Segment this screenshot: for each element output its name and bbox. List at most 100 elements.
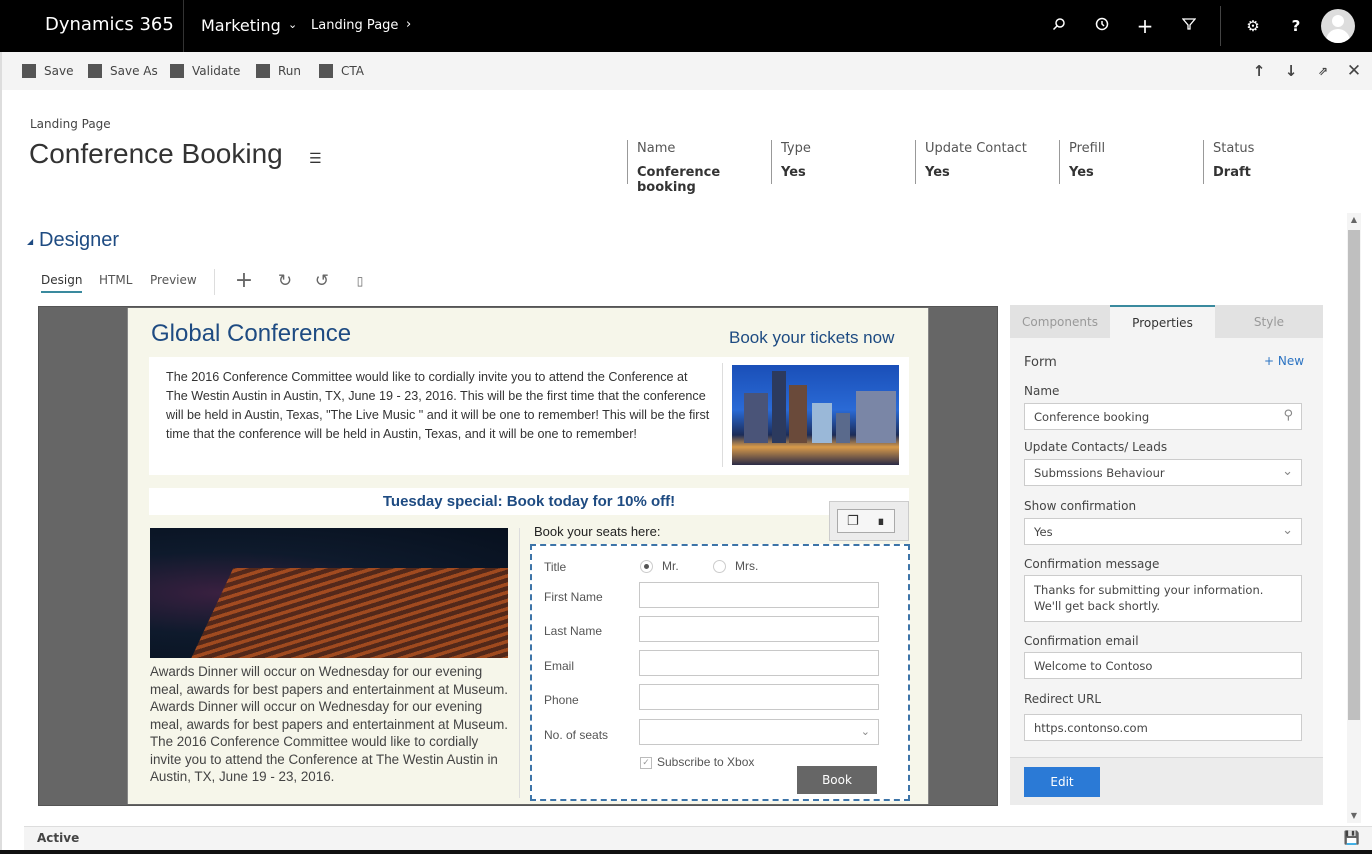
special-offer-banner[interactable]: Tuesday special: Book today for 10% off! — [149, 488, 909, 515]
save-as-button[interactable]: Save As — [88, 63, 158, 79]
app-brand[interactable]: Dynamics 365 — [45, 14, 174, 35]
tab-design[interactable]: Design — [41, 273, 83, 293]
last-name-label: Last Name — [544, 624, 603, 638]
radio-mrs[interactable] — [713, 560, 726, 573]
booking-form-block[interactable]: Title Mr. Mrs. First Name Last Name Emai… — [530, 544, 910, 801]
help-icon[interactable]: ? — [1287, 17, 1305, 35]
validate-label: Validate — [192, 64, 241, 78]
validate-icon — [170, 64, 184, 78]
module-selector[interactable]: Marketing — [201, 16, 281, 35]
designer-section-title[interactable]: Designer — [39, 229, 119, 252]
add-icon[interactable]: + — [1136, 16, 1154, 36]
radio-mr-label: Mr. — [662, 559, 679, 573]
cta-icon — [319, 64, 333, 78]
building-shape — [772, 371, 786, 443]
first-name-label: First Name — [544, 590, 603, 604]
show-confirmation-select[interactable]: Yes ⌄ — [1024, 518, 1302, 545]
search-icon[interactable]: ⚲ — [1283, 408, 1293, 423]
redo-icon[interactable]: ↻ — [275, 271, 295, 291]
validate-button[interactable]: Validate — [170, 63, 240, 79]
recent-icon[interactable] — [1093, 17, 1111, 35]
show-confirmation-value: Yes — [1034, 525, 1053, 539]
next-record-icon[interactable]: ↓ — [1282, 62, 1300, 80]
avatar-body — [1326, 29, 1350, 43]
radio-mr[interactable] — [640, 560, 653, 573]
building-shape — [744, 393, 768, 443]
new-form-link[interactable]: + New — [1264, 354, 1304, 368]
vertical-scrollbar[interactable]: ▲ ▼ — [1347, 213, 1361, 823]
cta-button[interactable]: CTA — [319, 63, 364, 79]
audience-seats-shape — [186, 568, 508, 658]
tab-preview[interactable]: Preview — [150, 273, 197, 287]
undo-icon[interactable]: ↺ — [312, 271, 332, 291]
duplicate-icon[interactable]: ❐ — [847, 514, 859, 529]
chevron-down-icon: ⌄ — [860, 725, 870, 738]
form-name-lookup[interactable]: Conference booking ⚲ — [1024, 403, 1302, 430]
header-field-label: Prefill — [1069, 141, 1106, 156]
block-toolbar: ❐ ∎ — [829, 501, 909, 541]
cta-label: CTA — [341, 64, 364, 78]
intro-block[interactable]: The 2016 Conference Committee would like… — [149, 357, 909, 475]
confirmation-message-textarea[interactable]: Thanks for submitting your information. … — [1024, 575, 1302, 622]
tab-html[interactable]: HTML — [99, 273, 132, 287]
collapse-triangle-icon[interactable]: ◢ — [27, 237, 33, 246]
confirmation-message-label: Confirmation message — [1024, 557, 1160, 571]
command-bar: Save Save As Validate Run CTA ↑ ↓ ⇗ ✕ — [0, 52, 1372, 90]
delete-icon[interactable]: ∎ — [877, 514, 885, 529]
seats-label: No. of seats — [544, 728, 609, 742]
landing-page-title[interactable]: Global Conference — [151, 320, 351, 348]
chevron-right-icon[interactable]: › — [406, 17, 411, 32]
add-icon[interactable]: + — [234, 270, 254, 292]
settings-icon[interactable]: ⚙ — [1244, 17, 1262, 35]
chevron-down-icon[interactable]: ⌄ — [288, 18, 297, 31]
scroll-up-arrow-icon[interactable]: ▲ — [1347, 213, 1361, 227]
last-name-input[interactable] — [639, 616, 879, 642]
form-name-value: Conference booking — [1034, 410, 1150, 424]
breadcrumb-landing-page[interactable]: Landing Page — [311, 18, 398, 33]
search-icon[interactable] — [1050, 17, 1068, 35]
seats-select[interactable]: ⌄ — [639, 719, 879, 745]
update-contacts-select[interactable]: Submssions Behaviour ⌄ — [1024, 459, 1302, 486]
name-label: Name — [1024, 384, 1060, 398]
save-icon[interactable]: 💾 — [1344, 831, 1360, 846]
run-button[interactable]: Run — [256, 63, 301, 79]
window-edge — [0, 90, 2, 854]
phone-input[interactable] — [639, 684, 879, 710]
scroll-down-arrow-icon[interactable]: ▼ — [1347, 809, 1361, 823]
form-selector-icon[interactable]: ☰ — [309, 151, 322, 167]
scroll-thumb[interactable] — [1348, 230, 1360, 720]
confirmation-email-label: Confirmation email — [1024, 634, 1139, 648]
first-name-input[interactable] — [639, 582, 879, 608]
edit-button[interactable]: Edit — [1024, 767, 1100, 797]
chevron-down-icon: ⌄ — [1282, 464, 1293, 479]
redirect-url-label: Redirect URL — [1024, 692, 1102, 706]
austin-skyline-image[interactable] — [732, 365, 899, 465]
awards-text[interactable]: Awards Dinner will occur on Wednesday fo… — [150, 663, 510, 786]
previous-record-icon[interactable]: ↑ — [1250, 62, 1268, 80]
header-field-value: Yes — [925, 165, 950, 180]
close-icon[interactable]: ✕ — [1345, 62, 1363, 80]
update-contacts-label: Update Contacts/ Leads — [1024, 440, 1168, 454]
tab-properties[interactable]: Properties — [1110, 305, 1215, 338]
filter-icon[interactable] — [1180, 17, 1198, 35]
user-avatar[interactable] — [1321, 9, 1355, 43]
radio-mrs-label: Mrs. — [735, 559, 759, 573]
device-preview-icon[interactable]: ▯ — [350, 271, 370, 291]
book-button[interactable]: Book — [797, 766, 877, 794]
email-input[interactable] — [639, 650, 879, 676]
header-field-value: Conference booking — [637, 165, 721, 195]
open-new-window-icon[interactable]: ⇗ — [1314, 62, 1332, 80]
header-field-status: Status Draft — [1203, 140, 1323, 184]
subscribe-checkbox[interactable]: ✓ — [640, 757, 652, 769]
tab-components[interactable]: Components — [1010, 305, 1110, 338]
confirmation-email-input[interactable]: Welcome to Contoso — [1024, 652, 1302, 679]
nav-divider — [1220, 6, 1221, 46]
landing-page-preview: Global Conference Book your tickets now … — [127, 308, 929, 804]
conference-audience-image[interactable] — [150, 528, 508, 658]
redirect-url-input[interactable]: https.contonso.com — [1024, 714, 1302, 741]
header-field-label: Status — [1213, 141, 1255, 156]
tab-style[interactable]: Style — [1215, 305, 1323, 338]
landing-page-cta[interactable]: Book your tickets now — [729, 328, 894, 348]
status-bar: Active 💾 — [24, 826, 1372, 850]
save-button[interactable]: Save — [22, 63, 73, 79]
